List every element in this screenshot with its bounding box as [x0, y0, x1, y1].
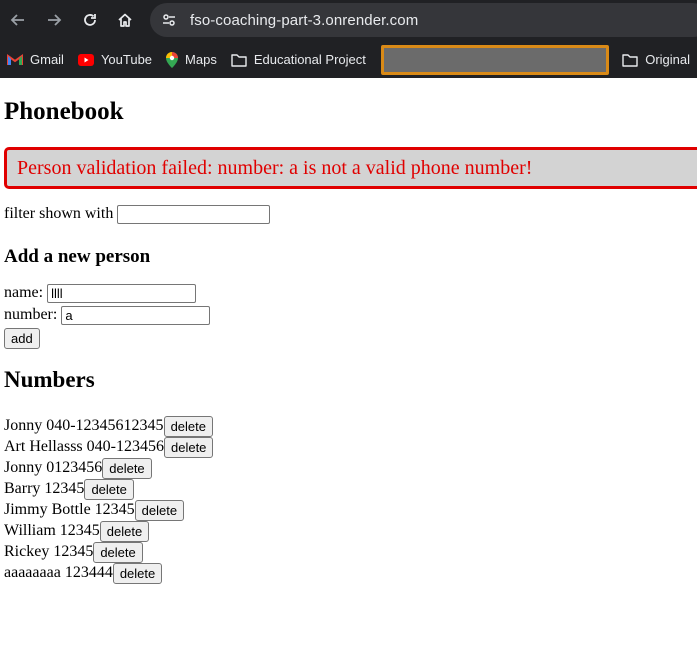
site-info-button[interactable] [156, 7, 182, 33]
list-item: aaaaaaaa 123444 delete [4, 562, 213, 584]
bookmark-original[interactable]: Original [615, 46, 697, 74]
list-item: Art Hellasss 040-123456 delete [4, 436, 214, 458]
list-item: Jimmy Bottle 12345 delete [4, 499, 213, 521]
delete-button[interactable]: delete [163, 436, 214, 458]
url-text: fso-coaching-part-3.onrender.com [190, 11, 419, 29]
arrow-right-icon [48, 14, 62, 26]
persons-list: Jonny 040-12345612345 delete Art Hellasss… [4, 415, 214, 584]
list-item: Jonny 0123456 delete [4, 457, 213, 479]
bookmark-label: Original [645, 52, 690, 67]
gmail-icon [7, 53, 23, 65]
delete-button[interactable]: delete [134, 499, 185, 521]
home-icon [118, 13, 132, 27]
browser-chrome: fso-coaching-part-3.onrender.com Gmail Y… [0, 0, 697, 78]
bookmark-gmail[interactable]: Gmail [0, 46, 71, 74]
delete-button[interactable]: delete [112, 562, 163, 584]
filter-row: filter shown with [4, 205, 271, 224]
address-bar[interactable]: fso-coaching-part-3.onrender.com [150, 3, 697, 37]
reload-button[interactable] [76, 6, 104, 34]
name-input[interactable] [47, 284, 197, 303]
person-entry: Rickey 12345 [4, 543, 94, 560]
bookmarks-bar: Gmail YouTube Maps Educational Project O… [0, 41, 697, 78]
person-entry: Barry 12345 [4, 480, 85, 497]
number-row: number: [4, 306, 211, 325]
delete-button[interactable]: delete [163, 415, 213, 437]
delete-button[interactable]: delete [93, 541, 143, 563]
number-label: number: [4, 306, 58, 324]
delete-button[interactable]: delete [102, 457, 152, 479]
numbers-heading: Numbers [4, 367, 95, 392]
delete-button[interactable]: delete [99, 520, 150, 542]
list-item: Barry 12345 delete [4, 478, 213, 500]
folder-icon [622, 53, 638, 67]
bookmark-youtube[interactable]: YouTube [71, 46, 159, 74]
error-message: Person validation failed: number: a is n… [17, 156, 533, 179]
list-item: Rickey 12345 delete [4, 541, 213, 563]
add-row: add [4, 328, 40, 349]
name-row: name: [4, 284, 197, 303]
person-entry: Jonny 040-12345612345 [4, 417, 164, 434]
bookmark-label: Maps [185, 52, 217, 67]
page-title: Phonebook [4, 98, 124, 125]
person-entry: Jonny 0123456 [4, 459, 103, 476]
list-item: Jonny 040-12345612345 delete [4, 415, 213, 437]
tune-icon [163, 14, 175, 26]
name-label: name: [4, 284, 44, 302]
add-button[interactable]: add [4, 328, 40, 349]
maps-icon [166, 51, 179, 68]
bookmark-label: Gmail [30, 52, 64, 67]
reload-icon [84, 14, 96, 26]
bookmark-label: Educational Project [253, 52, 366, 67]
number-input[interactable] [61, 306, 211, 325]
folder-icon [231, 53, 247, 67]
add-person-heading: Add a new person [4, 246, 151, 267]
filter-input[interactable] [117, 205, 271, 224]
home-button[interactable] [111, 6, 139, 34]
redacted-bookmark [380, 44, 610, 75]
bookmark-label: YouTube [100, 52, 153, 67]
back-button[interactable] [4, 6, 32, 34]
person-entry: aaaaaaaa 123444 [4, 564, 113, 581]
person-entry: Jimmy Bottle 12345 [4, 501, 135, 518]
list-item: William 12345 delete [4, 520, 213, 542]
filter-label: filter shown with [4, 205, 114, 223]
forward-button[interactable] [40, 6, 68, 34]
delete-button[interactable]: delete [84, 478, 134, 500]
person-entry: William 12345 [4, 522, 100, 539]
person-entry: Art Hellasss 040-123456 [4, 438, 164, 455]
error-notification: Person validation failed: number: a is n… [4, 147, 697, 189]
youtube-icon [77, 53, 94, 66]
bookmark-educational-project[interactable]: Educational Project [224, 46, 373, 74]
arrow-left-icon [10, 14, 24, 26]
bookmark-maps[interactable]: Maps [159, 46, 224, 74]
